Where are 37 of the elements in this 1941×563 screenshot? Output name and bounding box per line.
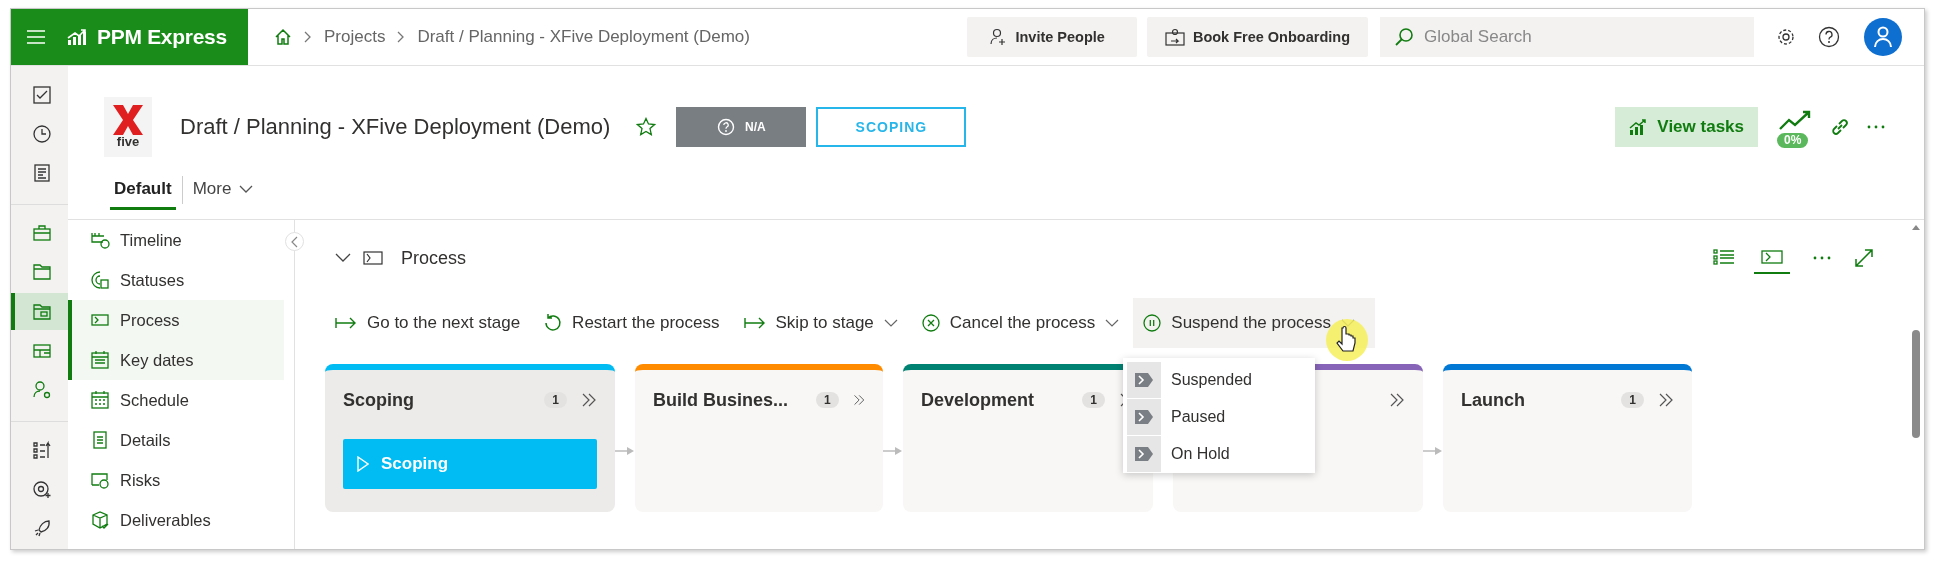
menu-item[interactable]: Paused <box>1127 399 1315 435</box>
nav-item[interactable]: Key dates <box>68 340 284 380</box>
tab[interactable]: More <box>188 170 258 210</box>
action-button[interactable]: Skip to stage <box>733 298 908 348</box>
stage-name: Development <box>921 389 1035 411</box>
nav-item[interactable]: Details <box>68 420 284 460</box>
action-button[interactable]: Restart the process <box>534 298 730 348</box>
nav-item[interactable]: Process <box>68 300 284 340</box>
health-status-button[interactable]: N/A <box>676 107 807 147</box>
count-badge: 1 <box>1621 392 1644 408</box>
tab[interactable]: Default <box>110 170 176 210</box>
app-name: PPM Express <box>97 25 227 49</box>
action-button[interactable]: Go to the next stage <box>325 298 531 348</box>
stage-name: Scoping <box>343 389 414 411</box>
nav-item[interactable]: Deliverables <box>68 500 284 540</box>
count-badge: 1 <box>1082 392 1105 408</box>
breadcrumb-link[interactable]: Draft / Planning - XFive Deployment (Demo) <box>417 27 750 47</box>
nav-item[interactable]: Risks <box>68 460 284 500</box>
count-badge: 1 <box>544 392 567 408</box>
project-title: Draft / Planning - XFive Deployment (Demo) <box>180 114 611 140</box>
nav-item[interactable]: Statuses <box>68 260 284 300</box>
nav-item[interactable]: Schedule <box>68 380 284 420</box>
search-field[interactable]: Global Search <box>1380 17 1754 57</box>
breadcrumb-link[interactable]: Projects <box>324 27 386 47</box>
action-button[interactable]: Cancel the process <box>911 298 1130 348</box>
nav-item[interactable]: Timeline <box>68 220 284 260</box>
top-button[interactable]: Book Free Onboarding <box>1146 17 1368 57</box>
menu-item[interactable]: On Hold <box>1127 436 1315 472</box>
project-logo: five <box>104 97 152 157</box>
view-tasks-button[interactable]: View tasks <box>1615 107 1758 147</box>
stage-name: Launch <box>1461 389 1525 411</box>
stage-name: Build Busines... <box>653 389 789 411</box>
action-button[interactable]: Suspend the process <box>1133 298 1376 348</box>
section-title: Process <box>401 247 467 269</box>
top-button[interactable]: Invite People <box>967 17 1137 57</box>
menu-item[interactable]: Suspended <box>1127 362 1315 398</box>
count-badge: 1 <box>816 392 839 408</box>
